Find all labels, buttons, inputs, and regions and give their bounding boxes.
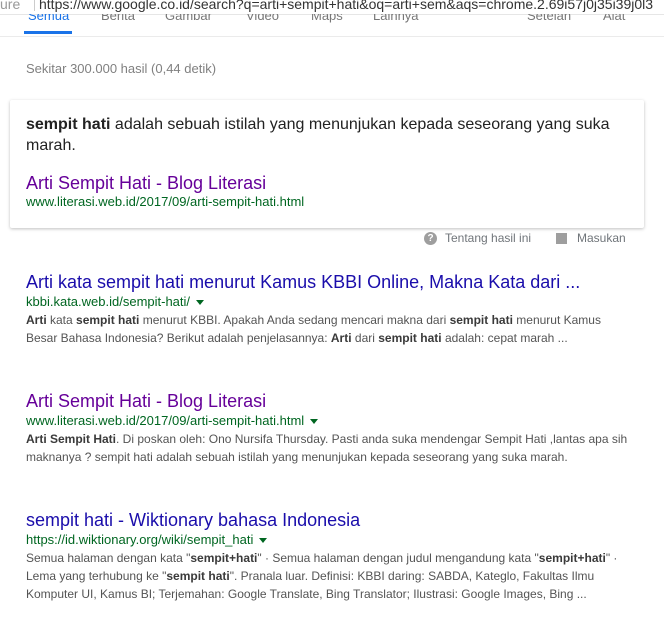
description-text: Semua halaman dengan kata "	[26, 551, 191, 565]
description-text: " · Semua halaman dengan judul mengandun…	[257, 551, 539, 565]
about-this-result[interactable]: ? Tentang hasil ini	[424, 231, 532, 246]
address-prefix: ure	[0, 0, 21, 12]
tab-video[interactable]: Video	[246, 14, 279, 23]
description-emphasis: Arti Sempit Hati	[26, 432, 117, 446]
result-title-link[interactable]: Arti Sempit Hati - Blog Literasi	[26, 390, 646, 412]
result-url-text: kbbi.kata.web.id/sempit-hati/	[26, 294, 191, 309]
snippet-title-link[interactable]: Arti Sempit Hati - Blog Literasi	[26, 173, 266, 194]
tab-gambar[interactable]: Gambar	[165, 14, 212, 23]
description-emphasis: sempit hati	[449, 313, 513, 327]
description-text: . Di poskan oleh: Ono Nursifa Thursday. …	[26, 432, 628, 464]
search-result: Arti kata sempit hati menurut Kamus KBBI…	[26, 271, 646, 347]
result-url-text: https://id.wiktionary.org/wiki/sempit_ha…	[26, 532, 254, 547]
description-emphasis: sempit hati	[166, 569, 230, 583]
description-emphasis: sempit hati	[76, 313, 140, 327]
snippet-body: adalah sebuah istilah yang menunjukan ke…	[26, 116, 610, 154]
chevron-down-icon[interactable]	[196, 300, 205, 306]
about-label: Tentang hasil ini	[445, 231, 532, 245]
active-tab-indicator	[24, 31, 72, 34]
snippet-text: sempit hati adalah sebuah istilah yang m…	[26, 114, 626, 156]
result-title-link[interactable]: sempit hati - Wiktionary bahasa Indonesi…	[26, 509, 646, 531]
feedback-link[interactable]: Masukan	[556, 231, 626, 245]
tab-semua[interactable]: Semua	[28, 14, 69, 23]
question-icon: ?	[424, 232, 437, 246]
featured-snippet: sempit hati adalah sebuah istilah yang m…	[10, 100, 644, 228]
tab-setelan[interactable]: Setelan	[527, 14, 571, 23]
address-bar[interactable]: ure https://www.google.co.id/search?q=ar…	[0, 0, 664, 15]
description-emphasis: sempit hati	[378, 331, 442, 345]
result-title-link[interactable]: Arti kata sempit hati menurut Kamus KBBI…	[26, 271, 646, 293]
result-description: Semua halaman dengan kata "sempit+hati" …	[26, 549, 631, 603]
description-emphasis: sempit+hati	[190, 551, 258, 565]
snippet-url: www.literasi.web.id/2017/09/arti-sempit-…	[26, 194, 305, 209]
description-text: menurut KBBI. Apakah Anda sedang mencari…	[139, 313, 450, 327]
chevron-down-icon[interactable]	[259, 538, 268, 544]
result-url: kbbi.kata.web.id/sempit-hati/	[26, 293, 646, 311]
result-description: Arti kata sempit hati menurut KBBI. Apak…	[26, 311, 631, 347]
description-text: dari	[351, 331, 379, 345]
address-separator	[34, 0, 35, 11]
description-emphasis: sempit+hati	[538, 551, 606, 565]
result-url-text: www.literasi.web.id/2017/09/arti-sempit-…	[26, 413, 305, 428]
result-description: Arti Sempit Hati. Di poskan oleh: Ono Nu…	[26, 430, 631, 466]
search-tabs: Semua Berita Gambar Video Maps Lainnya S…	[0, 14, 664, 37]
description-text: kata	[46, 313, 77, 327]
tab-alat[interactable]: Alat	[603, 14, 625, 23]
feedback-label: Masukan	[577, 231, 626, 245]
tab-lainnya[interactable]: Lainnya	[373, 14, 419, 23]
description-emphasis: Arti	[26, 313, 47, 327]
tab-maps[interactable]: Maps	[311, 14, 343, 23]
description-text: adalah: cepat marah ...	[441, 331, 568, 345]
result-url: www.literasi.web.id/2017/09/arti-sempit-…	[26, 412, 646, 430]
snippet-bold-term: sempit hati	[26, 116, 111, 133]
address-url[interactable]: https://www.google.co.id/search?q=arti+s…	[39, 0, 653, 11]
result-url: https://id.wiktionary.org/wiki/sempit_ha…	[26, 531, 646, 549]
feedback-flag-icon	[556, 233, 567, 245]
description-emphasis: Arti	[330, 331, 352, 345]
result-stats: Sekitar 300.000 hasil (0,44 detik)	[26, 61, 217, 76]
chevron-down-icon[interactable]	[310, 419, 319, 425]
search-result: Arti Sempit Hati - Blog Literasi www.lit…	[26, 390, 646, 466]
search-result: sempit hati - Wiktionary bahasa Indonesi…	[26, 509, 646, 603]
tab-berita[interactable]: Berita	[101, 14, 135, 23]
